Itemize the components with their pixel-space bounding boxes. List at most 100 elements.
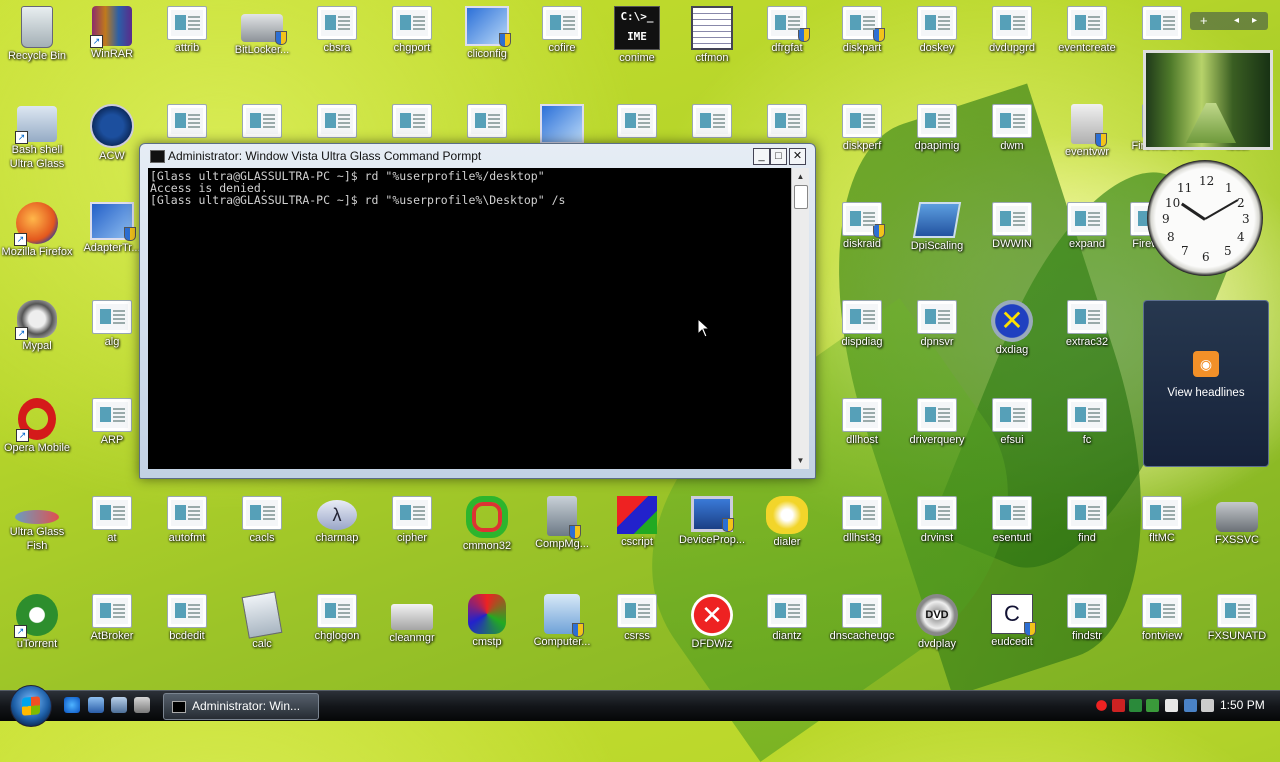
tray-app-icon[interactable] bbox=[1129, 699, 1142, 712]
desktop-icon-deviceprop[interactable]: DeviceProp... bbox=[676, 492, 748, 547]
desktop-icon-cmstp[interactable]: cmstp bbox=[451, 590, 523, 649]
desktop-icon-cliconfig[interactable]: cliconfig bbox=[451, 2, 523, 61]
desktop-icon-alg[interactable]: alg bbox=[76, 296, 148, 349]
chevron-left-icon[interactable]: ◂ bbox=[1234, 12, 1239, 30]
desktop-icon-dllhst3g[interactable]: dllhst3g bbox=[826, 492, 898, 545]
desktop-icon-bcdedit[interactable]: bcdedit bbox=[151, 590, 223, 643]
desktop-icon-recycle-bin[interactable]: Recycle Bin bbox=[1, 2, 73, 63]
desktop-icon-acw[interactable]: ACW bbox=[76, 100, 148, 163]
desktop-icon-ctfmon[interactable]: ctfmon bbox=[676, 2, 748, 65]
desktop-icon-expand[interactable]: expand bbox=[1051, 198, 1123, 251]
desktop-icon-diskperf[interactable]: diskperf bbox=[826, 100, 898, 153]
desktop-icon-cscript[interactable]: cscript bbox=[601, 492, 673, 549]
desktop-icon-fxsunatd[interactable]: FXSUNATD bbox=[1201, 590, 1273, 643]
desktop-icon-doskey[interactable]: doskey bbox=[901, 2, 973, 55]
tray-app-icon[interactable] bbox=[1146, 699, 1159, 712]
desktop-icon-diantz[interactable]: diantz bbox=[751, 590, 823, 643]
maximize-button[interactable]: □ bbox=[770, 148, 787, 165]
desktop-icon-drvinst[interactable]: drvinst bbox=[901, 492, 973, 545]
desktop-icon-csrss[interactable]: csrss bbox=[601, 590, 673, 643]
internet-explorer-icon[interactable] bbox=[64, 697, 80, 713]
desktop-icon-dfrgfat[interactable]: dfrgfat bbox=[751, 2, 823, 55]
command-prompt-window[interactable]: Administrator: Window Vista Ultra Glass … bbox=[139, 143, 816, 479]
feed-headlines-gadget[interactable]: ◉ View headlines bbox=[1143, 300, 1269, 467]
desktop-icon-dpiscaling[interactable]: DpiScaling bbox=[901, 198, 973, 253]
desktop-icon-hidden[interactable] bbox=[376, 100, 448, 138]
clock-gadget[interactable]: 12 1 2 3 4 5 6 7 8 9 10 11 bbox=[1147, 160, 1263, 276]
desktop-icon-cipher[interactable]: cipher bbox=[376, 492, 448, 545]
network-icon[interactable] bbox=[1184, 699, 1197, 712]
volume-muted-icon[interactable] bbox=[1201, 699, 1214, 712]
minimize-button[interactable]: _ bbox=[753, 148, 770, 165]
taskbar-button-command-prompt[interactable]: Administrator: Win... bbox=[163, 693, 319, 720]
desktop-icon-firefox[interactable]: ↗ Mozilla Firefox bbox=[1, 198, 73, 259]
desktop-icon-dwm[interactable]: dwm bbox=[976, 100, 1048, 153]
desktop-icon-hidden[interactable] bbox=[226, 100, 298, 138]
desktop-icon-computer[interactable]: Computer... bbox=[526, 590, 598, 649]
desktop-icon-cacls[interactable]: cacls bbox=[226, 492, 298, 545]
scroll-down-icon[interactable]: ▼ bbox=[793, 453, 808, 468]
desktop-icon-dispdiag[interactable]: dispdiag bbox=[826, 296, 898, 349]
desktop-icon-partial[interactable] bbox=[1126, 2, 1198, 40]
desktop-icon-esentutl[interactable]: esentutl bbox=[976, 492, 1048, 545]
desktop-icon-chgport[interactable]: chgport bbox=[376, 2, 448, 55]
chevron-right-icon[interactable]: ▸ bbox=[1252, 12, 1257, 30]
desktop-icon-hidden[interactable] bbox=[676, 100, 748, 138]
desktop-icon-dvdplay[interactable]: DVD dvdplay bbox=[901, 590, 973, 651]
desktop-icon-conime[interactable]: C:\>_ IME conime bbox=[601, 2, 673, 65]
desktop-icon-dvdupgrd[interactable]: dvdupgrd bbox=[976, 2, 1048, 55]
desktop-icon-ultra-glass-fish[interactable]: Ultra Glass Fish bbox=[1, 492, 73, 553]
desktop-icon-cbsra[interactable]: cbsra bbox=[301, 2, 373, 55]
switch-windows-icon[interactable] bbox=[111, 697, 127, 713]
desktop-icon-cleanmgr[interactable]: cleanmgr bbox=[376, 590, 448, 645]
desktop-icon-arp[interactable]: ARP bbox=[76, 394, 148, 447]
desktop-icon-hidden[interactable] bbox=[151, 100, 223, 138]
desktop-icon-bitlocker[interactable]: BitLocker... bbox=[226, 2, 298, 57]
desktop-icon-efsui[interactable]: efsui bbox=[976, 394, 1048, 447]
slideshow-gadget[interactable] bbox=[1143, 50, 1273, 150]
desktop-icon-chglogon[interactable]: chglogon bbox=[301, 590, 373, 643]
desktop-icon-find[interactable]: find bbox=[1051, 492, 1123, 545]
desktop-icon-fltmc[interactable]: fltMC bbox=[1126, 492, 1198, 545]
desktop-icon-dwwin[interactable]: DWWIN bbox=[976, 198, 1048, 251]
desktop-icon-dpnsvr[interactable]: dpnsvr bbox=[901, 296, 973, 349]
scroll-thumb[interactable] bbox=[794, 185, 808, 209]
close-button[interactable]: ✕ bbox=[789, 148, 806, 165]
tray-error-icon[interactable] bbox=[1095, 699, 1108, 712]
desktop-icon-eventcreate[interactable]: eventcreate bbox=[1051, 2, 1123, 55]
taskbar-clock[interactable]: 1:50 PM bbox=[1220, 698, 1265, 712]
desktop-icon-calc[interactable]: calc bbox=[226, 590, 298, 651]
desktop-icon-fontview[interactable]: fontview bbox=[1126, 590, 1198, 643]
desktop-icon-adaptertr[interactable]: AdapterTr... bbox=[76, 198, 148, 255]
desktop-icon-hidden[interactable] bbox=[526, 100, 598, 144]
desktop-icon-attrib[interactable]: attrib bbox=[151, 2, 223, 55]
desktop-icon-cofire[interactable]: cofire bbox=[526, 2, 598, 55]
desktop-icon-eudcedit[interactable]: Ceudcedit bbox=[976, 590, 1048, 649]
vertical-scrollbar[interactable]: ▲ ▼ bbox=[791, 168, 809, 469]
desktop-icon-diskraid[interactable]: diskraid bbox=[826, 198, 898, 251]
desktop-icon-autofmt[interactable]: autofmt bbox=[151, 492, 223, 545]
desktop-icon-hidden[interactable] bbox=[601, 100, 673, 138]
desktop-icon-winrar[interactable]: ↗ WinRAR bbox=[76, 2, 148, 61]
desktop-icon-dllhost[interactable]: dllhost bbox=[826, 394, 898, 447]
view-headlines-link[interactable]: View headlines bbox=[1144, 387, 1268, 399]
tray-security-icon[interactable] bbox=[1112, 699, 1125, 712]
desktop-icon-findstr[interactable]: findstr bbox=[1051, 590, 1123, 643]
quicklaunch-app-icon[interactable] bbox=[134, 697, 150, 713]
desktop-icon-fxssvc[interactable]: FXSSVC bbox=[1201, 492, 1273, 547]
desktop-icon-utorrent[interactable]: ↗ uTorrent bbox=[1, 590, 73, 651]
desktop-icon-atbroker[interactable]: AtBroker bbox=[76, 590, 148, 643]
show-desktop-icon[interactable] bbox=[88, 697, 104, 713]
desktop-icon-driverquery[interactable]: driverquery bbox=[901, 394, 973, 447]
desktop-icon-hidden[interactable] bbox=[301, 100, 373, 138]
window-titlebar[interactable]: Administrator: Window Vista Ultra Glass … bbox=[140, 144, 815, 168]
tray-app-icon[interactable] bbox=[1165, 699, 1178, 712]
desktop-icon-hidden[interactable] bbox=[751, 100, 823, 138]
console-output[interactable]: [Glass ultra@GLASSULTRA-PC ~]$ rd "%user… bbox=[148, 168, 791, 469]
desktop-icon-charmap[interactable]: λ charmap bbox=[301, 492, 373, 545]
desktop-icon-hidden[interactable] bbox=[451, 100, 523, 138]
desktop-icon-opera-mobile[interactable]: ↗ Opera Mobile bbox=[1, 394, 73, 455]
add-gadget-button[interactable]: + bbox=[1200, 12, 1208, 30]
desktop-icon-bash-shell[interactable]: ↗ Bash shell Ultra Glass bbox=[1, 102, 73, 171]
desktop-icon-dfdwiz[interactable]: ✕ DFDWiz bbox=[676, 590, 748, 651]
